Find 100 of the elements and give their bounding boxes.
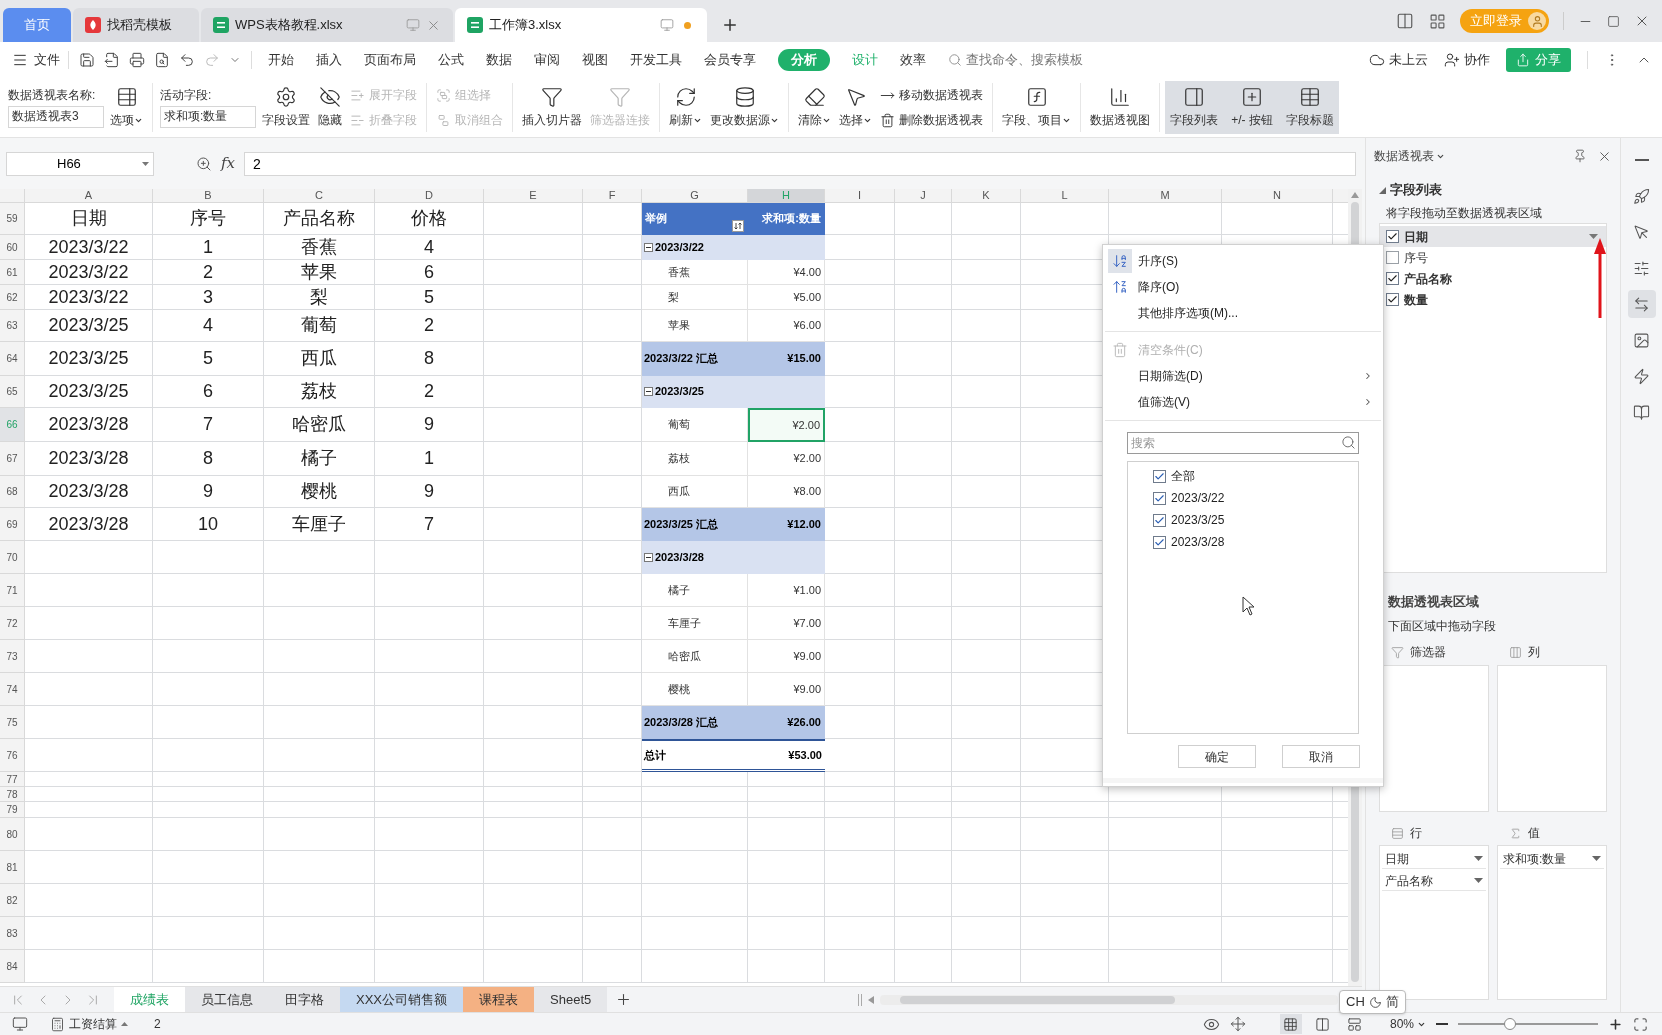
row-header[interactable]: 79 (0, 802, 25, 818)
ribbon-toggle[interactable]: 字段列表 (1165, 81, 1223, 134)
file-menu-button[interactable]: 文件 (12, 47, 60, 73)
panel-title-button[interactable]: 数据透视表 (1374, 147, 1445, 165)
row-header[interactable]: 61 (0, 260, 25, 285)
row-header[interactable]: 73 (0, 640, 25, 673)
undo-icon[interactable] (179, 52, 195, 68)
sheet-tab[interactable]: 课程表 (463, 987, 534, 1012)
dropdown-triangle-icon[interactable] (1589, 234, 1598, 239)
row-header[interactable]: 75 (0, 706, 25, 739)
menu-item[interactable]: 升序(S) (1103, 248, 1383, 274)
sheet-tab[interactable]: 田字格 (269, 987, 340, 1012)
column-header[interactable]: E (484, 189, 583, 202)
apps-icon[interactable] (1429, 12, 1446, 30)
row-header[interactable]: 68 (0, 476, 25, 508)
checkbox[interactable] (1386, 293, 1399, 306)
ribbon-button[interactable]: 刷新 (665, 81, 706, 134)
column-header[interactable]: A (25, 189, 153, 202)
ribbon-toggle[interactable]: 字段标题 (1281, 81, 1339, 134)
field-row[interactable]: 序号 (1380, 247, 1606, 268)
zoom-icon[interactable] (196, 155, 212, 172)
scroll-left-icon[interactable] (868, 995, 875, 1004)
row-header[interactable]: 77 (0, 772, 25, 787)
checkbox[interactable] (1153, 513, 1166, 527)
document-tab[interactable]: 工作簿3.xlsx (455, 8, 707, 42)
ribbon-small-button[interactable]: 移动数据透视表 (880, 85, 983, 105)
ribbon-button[interactable]: 数据透视图 (1086, 81, 1154, 134)
ribbon-button[interactable]: 选项 (106, 81, 147, 134)
column-header[interactable]: I (825, 189, 895, 202)
print-icon[interactable] (129, 52, 145, 68)
ribbon-field[interactable]: 求和项:数量 (160, 105, 256, 128)
ribbon-tab[interactable]: 数据 (486, 49, 512, 71)
checkbox[interactable] (1153, 491, 1166, 505)
sheet-tab[interactable]: 员工信息 (185, 987, 269, 1012)
horizontal-scrollbar[interactable] (880, 994, 1338, 1005)
formula-field[interactable]: 2 (244, 151, 1356, 176)
column-header[interactable]: N (1222, 189, 1333, 202)
ribbon-tab[interactable]: 开发工具 (630, 49, 682, 71)
value-option[interactable]: 2023/3/25 (1128, 509, 1358, 531)
collapse-icon[interactable] (644, 387, 653, 396)
search-field[interactable]: 查找命令、搜索模板 (966, 50, 1136, 70)
menu-item[interactable]: 其他排序选项(M)... (1103, 300, 1383, 326)
dialog-button[interactable]: 确定 (1178, 745, 1256, 768)
row-header[interactable]: 60 (0, 235, 25, 260)
checkbox[interactable] (1386, 272, 1399, 285)
value-option[interactable]: 2023/3/22 (1128, 487, 1358, 509)
zoom-level-button[interactable]: 80% (1389, 1015, 1426, 1033)
column-header[interactable]: C (264, 189, 375, 202)
row-header[interactable]: 64 (0, 342, 25, 376)
row-header[interactable]: 67 (0, 442, 25, 476)
view-button[interactable] (1279, 1014, 1302, 1034)
ribbon-button[interactable]: 字段、项目 (998, 81, 1075, 134)
row-header[interactable]: 80 (0, 818, 25, 851)
menu-item[interactable]: 降序(O) (1103, 274, 1383, 300)
ribbon-field[interactable]: 数据透视表3 (8, 105, 104, 128)
ribbon-tab[interactable]: 会员专享 (704, 49, 756, 71)
dialog-button[interactable]: 取消 (1282, 745, 1360, 768)
monitor-icon[interactable] (12, 1016, 28, 1032)
field-row[interactable]: 数量 (1380, 289, 1606, 310)
value-option[interactable]: 全部 (1128, 465, 1358, 487)
checkbox[interactable] (1386, 251, 1399, 264)
ribbon-button[interactable]: 隐藏 (314, 81, 346, 134)
row-header[interactable]: 59 (0, 203, 25, 235)
row-header[interactable]: 84 (0, 950, 25, 983)
sheet-tab[interactable]: XXX公司销售额 (340, 987, 463, 1012)
row-header[interactable]: 69 (0, 508, 25, 541)
crosshair-icon[interactable] (1229, 1016, 1246, 1032)
field-row[interactable]: 产品名称 (1380, 268, 1606, 289)
checkbox[interactable] (1153, 469, 1166, 483)
column-header[interactable]: K (952, 189, 1021, 202)
name-box[interactable]: H66 (6, 151, 154, 176)
side-tool-button[interactable] (1627, 290, 1656, 318)
ribbon-button[interactable]: 清除 (794, 81, 835, 134)
ribbon-button[interactable]: 选择 (835, 81, 876, 134)
pin-icon[interactable] (1573, 149, 1587, 163)
print-preview-icon[interactable] (154, 52, 170, 68)
menu-item[interactable]: 日期筛选(D) (1103, 363, 1383, 389)
sheet-tab[interactable]: Sheet5 (534, 987, 608, 1012)
collaborate-button[interactable]: 协作 (1444, 50, 1490, 70)
document-tab[interactable]: WPS表格教程.xlsx (201, 8, 453, 42)
cloud-button[interactable]: 未上云 (1369, 50, 1428, 70)
splitter-handle[interactable] (858, 993, 863, 1006)
row-header[interactable]: 65 (0, 376, 25, 408)
row-header[interactable]: 82 (0, 884, 25, 917)
fullscreen-icon[interactable] (1633, 1016, 1648, 1032)
checkbox[interactable] (1153, 535, 1166, 549)
ribbon-button[interactable]: 更改数据源 (706, 81, 783, 134)
ribbon-button[interactable]: 字段设置 (258, 81, 314, 134)
row-header[interactable]: 76 (0, 739, 25, 772)
ribbon-toggle[interactable]: +/- 按钮 (1223, 81, 1281, 134)
export-icon[interactable] (104, 52, 120, 68)
sort-filter-button[interactable] (732, 220, 744, 232)
column-header[interactable]: M (1109, 189, 1222, 202)
column-header[interactable]: J (895, 189, 952, 202)
row-header[interactable]: 74 (0, 673, 25, 706)
macro-button[interactable]: 工资结算 (50, 1015, 128, 1033)
column-header[interactable]: L (1021, 189, 1109, 202)
ribbon-tab[interactable]: 插入 (316, 49, 342, 71)
ribbon-tab[interactable]: 审阅 (534, 49, 560, 71)
collapse-triangle-icon[interactable] (1379, 186, 1386, 194)
